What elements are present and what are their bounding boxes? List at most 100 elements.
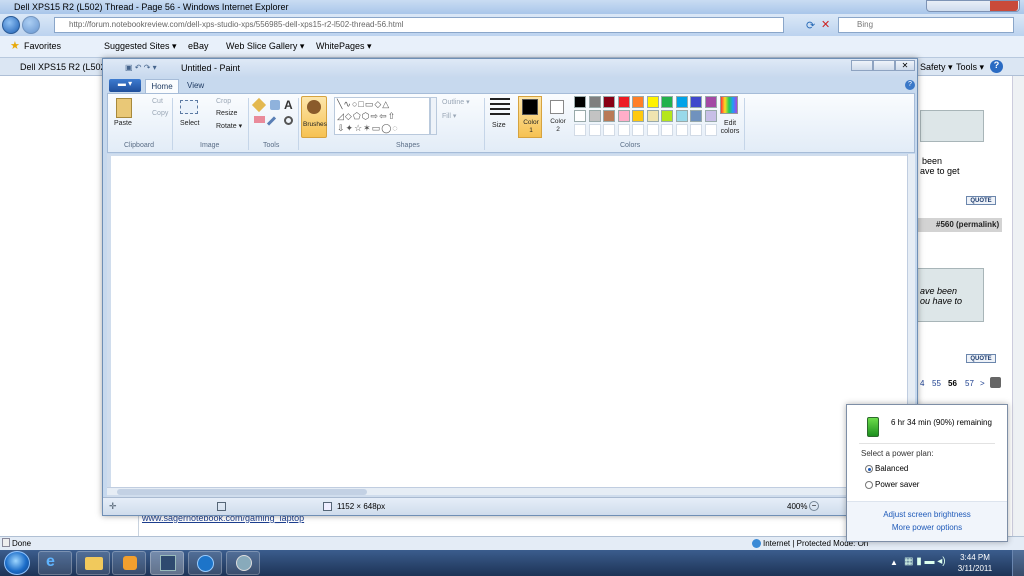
page-link[interactable]: 4 <box>920 379 924 388</box>
palette-swatch[interactable] <box>675 96 688 108</box>
select-icon[interactable] <box>180 100 198 114</box>
fav-suggested-sites[interactable]: Suggested Sites ▾ <box>104 41 177 52</box>
close-button[interactable]: ✕ <box>895 60 915 71</box>
quick-access-toolbar[interactable]: ▣ ↶ ↷ ▾ <box>125 63 157 72</box>
stop-icon[interactable]: ✕ <box>821 18 833 31</box>
paste-icon[interactable] <box>116 98 132 118</box>
edit-colors-button[interactable]: Edit colors <box>718 120 742 136</box>
maximize-button[interactable] <box>873 60 895 71</box>
help-icon[interactable]: ? <box>905 80 915 90</box>
taskbar-paint[interactable] <box>150 551 184 575</box>
palette-swatch[interactable] <box>675 124 688 136</box>
palette-swatch[interactable] <box>646 96 659 108</box>
fav-ebay[interactable]: eBay <box>188 41 209 51</box>
palette-swatch[interactable] <box>661 124 673 136</box>
color-picker-icon[interactable] <box>266 116 277 126</box>
palette-swatch[interactable] <box>574 124 586 136</box>
select-button[interactable]: Select <box>180 120 199 127</box>
palette-swatch[interactable] <box>588 96 601 108</box>
fill-button[interactable]: Fill ▾ <box>442 112 456 120</box>
pencil-icon[interactable] <box>251 97 267 113</box>
search-input[interactable]: Bing <box>838 17 1014 33</box>
plan-power-saver[interactable]: Power saver <box>875 480 919 489</box>
shapes-scroll[interactable] <box>430 97 437 135</box>
close-icon[interactable] <box>990 1 1018 11</box>
palette-swatch[interactable] <box>646 124 659 136</box>
magnifier-icon[interactable] <box>284 116 293 125</box>
fav-web-slice-gallery[interactable]: Web Slice Gallery ▾ <box>226 41 304 52</box>
copy-button[interactable]: Copy <box>152 110 168 117</box>
palette-swatch[interactable] <box>704 124 717 136</box>
tray-arrow-icon[interactable]: ▲ <box>890 558 898 567</box>
favorites-button[interactable]: Favorites <box>24 41 61 51</box>
palette-swatch[interactable] <box>603 96 615 108</box>
palette-swatch[interactable] <box>617 96 630 108</box>
crop-button[interactable]: Crop <box>216 98 231 105</box>
taskbar-dell[interactable] <box>188 551 222 575</box>
palette-swatch[interactable] <box>675 110 688 122</box>
show-desktop-button[interactable] <box>1012 550 1024 576</box>
taskbar-explorer[interactable] <box>76 551 110 575</box>
fav-whitepages[interactable]: WhitePages ▾ <box>316 41 372 52</box>
page-link[interactable]: 57 <box>965 379 974 388</box>
post-permalink[interactable]: #560 (permalink) <box>936 220 999 229</box>
palette-swatch[interactable] <box>690 96 702 108</box>
eraser-icon[interactable] <box>254 116 265 123</box>
paint-menu-button[interactable]: ▬ ▾ <box>109 79 141 92</box>
cut-button[interactable]: Cut <box>152 98 163 105</box>
palette-swatch[interactable] <box>603 110 615 122</box>
text-icon[interactable]: A <box>284 98 293 112</box>
palette-swatch[interactable] <box>646 110 659 122</box>
brushes-button[interactable]: Brushes <box>301 96 327 138</box>
safety-menu[interactable]: Safety ▾ <box>920 62 953 73</box>
page-next[interactable]: > <box>980 379 985 388</box>
clock-date[interactable]: 3/11/2011 <box>950 564 1000 573</box>
taskbar-app[interactable] <box>226 551 260 575</box>
palette-swatch[interactable] <box>690 124 702 136</box>
page-jump-icon[interactable] <box>990 377 1001 388</box>
power-saver-radio[interactable] <box>865 481 873 489</box>
plan-balanced[interactable]: Balanced <box>875 464 908 473</box>
refresh-icon[interactable]: ⟳ <box>806 19 818 32</box>
tray-icons[interactable]: ▦ ▮ ▬ ◂) <box>904 556 946 567</box>
palette-swatch[interactable] <box>704 110 717 122</box>
palette-swatch[interactable] <box>632 96 644 108</box>
favorites-star-icon[interactable]: ★ <box>10 39 20 52</box>
page-link[interactable]: 55 <box>932 379 941 388</box>
palette-swatch[interactable] <box>661 96 673 108</box>
browser-scrollbar[interactable] <box>1012 76 1024 536</box>
address-bar[interactable]: http://forum.notebookreview.com/dell-xps… <box>54 17 784 33</box>
drawing-canvas[interactable] <box>111 156 907 487</box>
palette-swatch[interactable] <box>588 124 601 136</box>
fill-icon[interactable] <box>270 100 280 110</box>
edit-colors-icon[interactable] <box>720 96 738 114</box>
balanced-radio[interactable] <box>865 465 873 473</box>
quote-button[interactable]: QUOTE <box>966 354 996 363</box>
palette-swatch[interactable] <box>690 110 702 122</box>
forward-icon[interactable] <box>22 16 40 34</box>
tab-home[interactable]: Home <box>145 79 179 94</box>
palette-swatch[interactable] <box>632 110 644 122</box>
tools-menu[interactable]: Tools ▾ <box>956 62 984 73</box>
palette-swatch[interactable] <box>603 124 615 136</box>
palette-swatch[interactable] <box>617 124 630 136</box>
size-icon[interactable] <box>490 98 510 116</box>
back-icon[interactable] <box>2 16 20 34</box>
adjust-brightness-link[interactable]: Adjust screen brightness <box>847 510 1007 519</box>
taskbar-ie[interactable]: e <box>38 551 72 575</box>
palette-swatch[interactable] <box>617 110 630 122</box>
shapes-gallery[interactable]: ╲∿○□▭◇△ ◿◇⬠⬡⇨⇦⇧ ⇩✦☆✶▭◯◌ <box>334 97 430 135</box>
minimize-button[interactable] <box>851 60 873 71</box>
clock-time[interactable]: 3:44 PM <box>950 553 1000 562</box>
taskbar-media-player[interactable] <box>112 551 146 575</box>
palette-swatch[interactable] <box>574 96 586 108</box>
palette-swatch[interactable] <box>661 110 673 122</box>
horizontal-scrollbar[interactable] <box>107 487 907 495</box>
palette-swatch[interactable] <box>588 110 601 122</box>
start-button[interactable] <box>4 551 30 575</box>
outline-button[interactable]: Outline ▾ <box>442 98 470 106</box>
color2-button[interactable]: Color 2 <box>546 96 570 138</box>
palette-swatch[interactable] <box>574 110 586 122</box>
help-icon[interactable]: ? <box>990 60 1003 73</box>
tab-view[interactable]: View <box>187 81 204 90</box>
